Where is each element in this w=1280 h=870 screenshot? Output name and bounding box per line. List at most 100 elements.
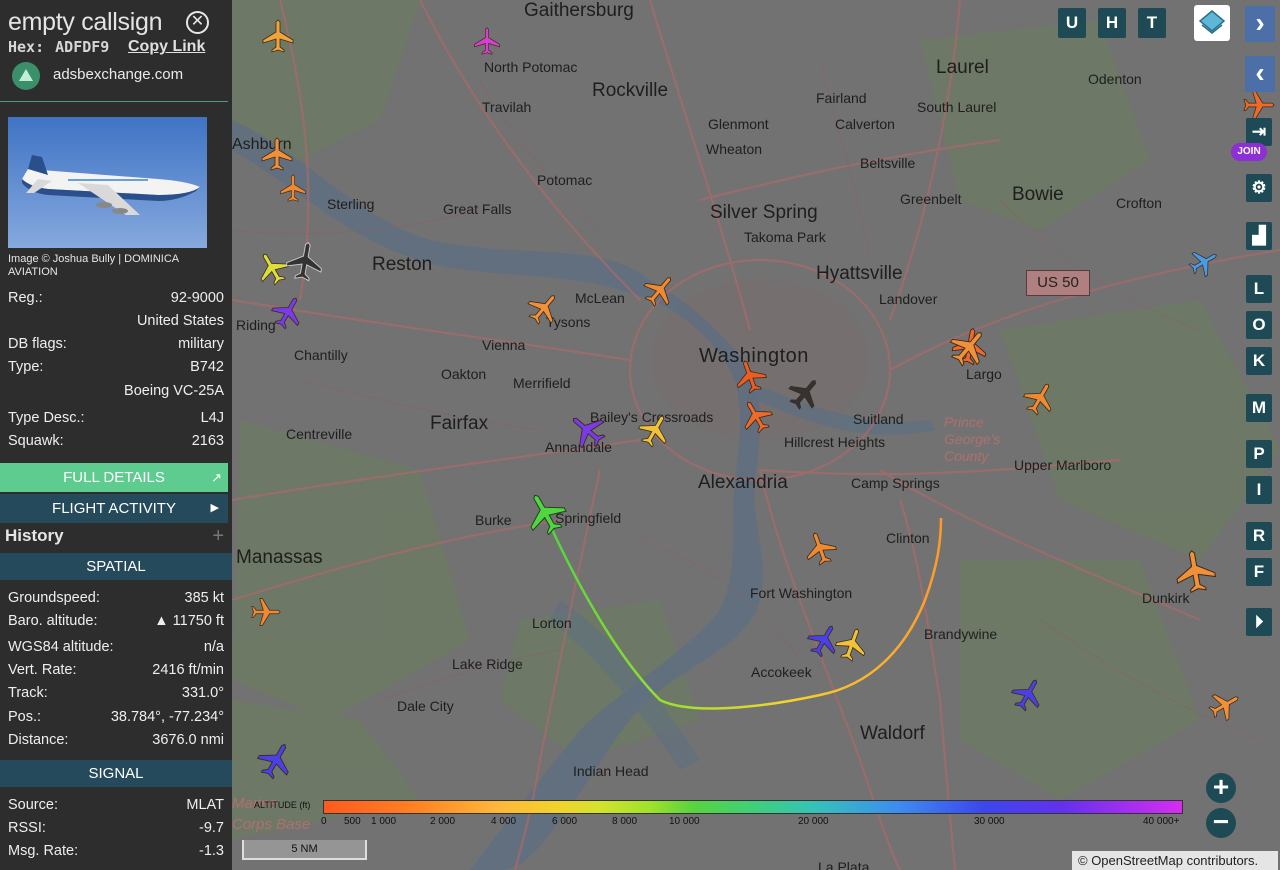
place-label: Vienna (482, 337, 526, 353)
chevron-left-icon[interactable]: ‹ (1245, 56, 1275, 92)
aircraft-icon[interactable] (834, 626, 870, 662)
aircraft-icon[interactable] (738, 398, 774, 434)
place-label: Fort Washington (750, 585, 853, 601)
scale-bar: 5 NM (242, 840, 367, 860)
place-label: Alexandria (698, 472, 788, 493)
place-label: Gaithersburg (524, 0, 634, 21)
place-label: Landover (879, 291, 938, 307)
full-details-button[interactable]: FULL DETAILS ↗ (0, 463, 228, 492)
flight-activity-button[interactable]: FLIGHT ACTIVITY ▶ (0, 494, 228, 523)
altitude-tick: 2 000 (430, 816, 456, 827)
place-label: Chantilly (294, 347, 348, 363)
altitude-tick: 8 000 (612, 816, 638, 827)
spatial-row-distance: Distance: 3676.0 nmi (8, 732, 224, 748)
chevron-right-icon[interactable]: › (1245, 6, 1275, 42)
spatial-row-vert-rate: Vert. Rate: 2416 ft/min (8, 662, 224, 678)
join-badge[interactable]: JOIN (1231, 143, 1267, 161)
toolbar-button-t[interactable]: T (1138, 8, 1166, 38)
zoom-out-icon[interactable]: − (1206, 808, 1236, 838)
chart-icon[interactable]: ▟ (1246, 222, 1272, 250)
place-label: Clinton (886, 530, 930, 546)
aircraft-icon[interactable] (567, 410, 607, 450)
aircraft-icon[interactable] (1010, 676, 1046, 712)
close-icon[interactable]: ✕ (186, 11, 209, 34)
place-label: Laurel (936, 57, 989, 78)
aircraft-icon[interactable] (1022, 380, 1058, 416)
toolbar-button-m[interactable]: M (1246, 394, 1272, 422)
route-shield: US 50 (1026, 270, 1090, 296)
detail-row-squawk: Squawk: 2163 (8, 433, 224, 449)
spatial-row-baro-altitude: Baro. altitude: ▲ 11750 ft (8, 613, 224, 629)
aircraft-icon[interactable] (1188, 246, 1220, 278)
aircraft-icon[interactable] (642, 272, 678, 308)
place-label: Crofton (1116, 195, 1162, 211)
place-label: Waldorf (860, 723, 925, 744)
login-icon[interactable]: ⇥ (1246, 118, 1272, 146)
aircraft-icon[interactable] (284, 240, 326, 282)
toolbar-button-i[interactable]: I (1246, 476, 1272, 504)
callsign-title: empty callsign (8, 8, 163, 36)
aircraft-icon[interactable] (250, 596, 282, 628)
aircraft-photo[interactable] (8, 117, 207, 248)
aircraft-icon[interactable] (732, 358, 768, 394)
toolbar-button-p[interactable]: P (1246, 440, 1272, 468)
place-label: Burke (475, 512, 512, 528)
place-label: Wheaton (706, 141, 763, 157)
toolbar-button-o[interactable]: O (1246, 311, 1272, 339)
aircraft-icon[interactable] (278, 173, 308, 203)
place-label: McLean (575, 290, 625, 306)
aircraft-icon[interactable] (259, 136, 295, 172)
aircraft-icon[interactable] (1242, 88, 1276, 122)
aircraft-icon[interactable] (270, 294, 306, 330)
spatial-row-position: Pos.: 38.784°, -77.234° (8, 709, 224, 725)
aircraft-icon[interactable] (802, 530, 838, 566)
aircraft-icon[interactable] (472, 26, 502, 56)
site-link[interactable]: adsbexchange.com (53, 66, 183, 83)
map-attribution[interactable]: © OpenStreetMap contributors. (1072, 851, 1278, 870)
toolbar-button-l[interactable]: L (1246, 275, 1272, 303)
toolbar-button-k[interactable]: K (1246, 347, 1272, 375)
altitude-tick: 30 000 (974, 816, 1005, 827)
aircraft-icon[interactable] (256, 740, 296, 780)
place-label: La Plata (818, 859, 870, 870)
place-label: Bowie (1012, 184, 1064, 205)
altitude-tick: 40 000+ (1143, 816, 1180, 827)
layers-icon[interactable] (1194, 5, 1230, 41)
detail-row-country: United States (136, 313, 224, 329)
gear-icon[interactable]: ⚙ (1246, 174, 1272, 202)
hex-code: Hex: ADFDF9 (8, 38, 110, 56)
toolbar-button-f[interactable]: F (1246, 558, 1272, 586)
aircraft-icon[interactable] (1172, 548, 1218, 594)
aircraft-icon[interactable] (526, 290, 562, 326)
adsbexchange-logo-icon (12, 62, 40, 90)
place-label: Dale City (397, 698, 454, 714)
aircraft-icon[interactable] (1208, 688, 1242, 722)
expand-plus-icon[interactable]: + (212, 525, 224, 547)
toolbar-button-u[interactable]: U (1058, 8, 1086, 38)
place-label: Glenmont (708, 116, 769, 132)
place-label: Upper Marlboro (1014, 457, 1112, 473)
map-view[interactable]: Gaithersburg North Potomac Rockville Tra… (232, 0, 1280, 870)
zoom-in-icon[interactable]: + (1206, 773, 1236, 803)
external-link-icon: ↗ (211, 470, 222, 485)
place-label: Rockville (592, 80, 669, 101)
toolbar-button-r[interactable]: R (1246, 522, 1272, 550)
aircraft-icon[interactable] (637, 412, 673, 448)
aircraft-info-panel: empty callsign ✕ Hex: ADFDF9 Copy Link a… (0, 0, 232, 870)
place-label: Potomac (537, 172, 593, 188)
aircraft-icon[interactable] (260, 18, 296, 54)
place-label: North Potomac (484, 59, 578, 75)
place-label: Oakton (441, 366, 487, 382)
altitude-tick: 10 000 (669, 816, 700, 827)
toolbar-button-h[interactable]: H (1098, 8, 1126, 38)
replay-icon[interactable]: ⏵ (1246, 608, 1272, 636)
copy-link-button[interactable]: Copy Link (128, 38, 205, 56)
aircraft-icon[interactable] (948, 326, 990, 368)
selected-aircraft-icon[interactable] (522, 490, 568, 536)
aircraft-icon[interactable] (787, 375, 823, 411)
place-label: Travilah (482, 99, 532, 115)
place-label: Fairland (816, 90, 867, 106)
place-label: Sterling (327, 196, 375, 212)
signal-row-msg-rate: Msg. Rate: -1.3 (8, 843, 224, 859)
history-header[interactable]: History + (0, 525, 228, 549)
